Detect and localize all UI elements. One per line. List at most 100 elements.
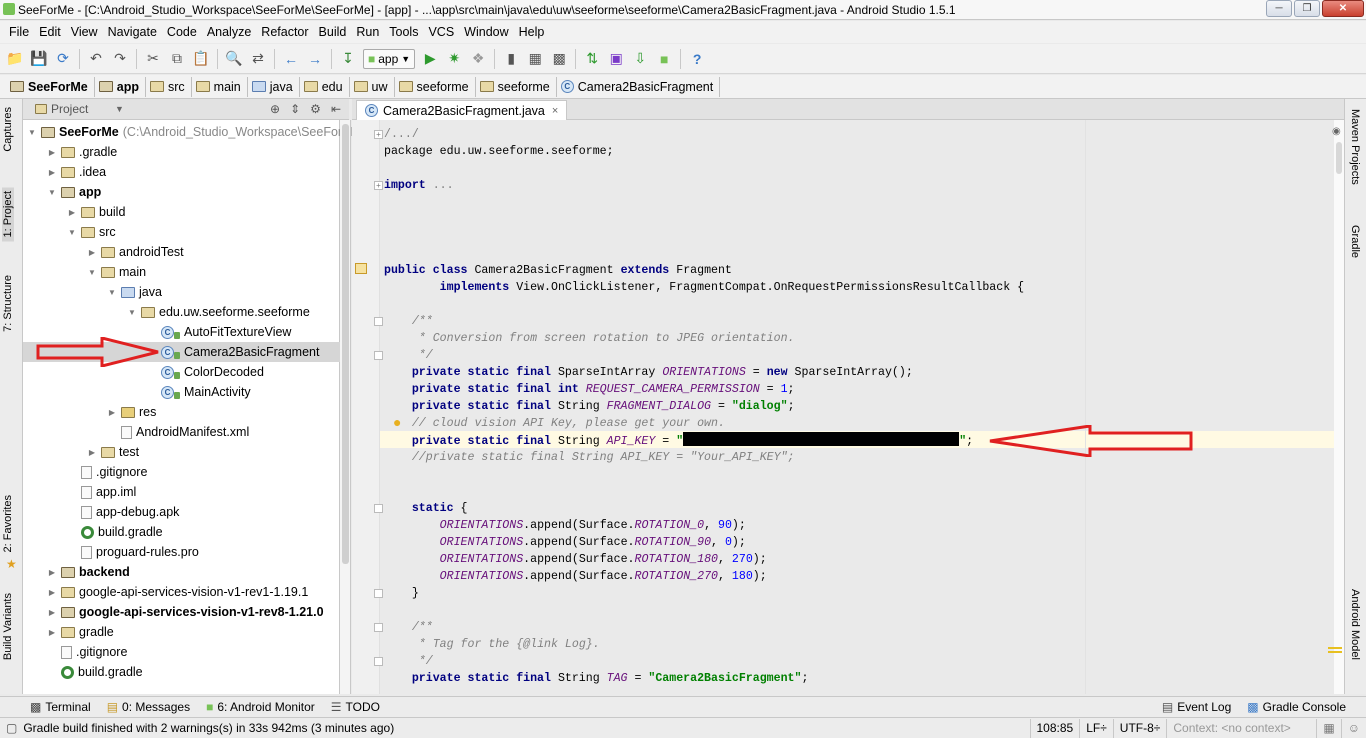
expand-down-icon[interactable]: ▼ xyxy=(47,188,57,197)
redo-icon[interactable]: ↷ xyxy=(109,48,131,70)
tree-item[interactable]: .gitignore xyxy=(27,642,127,662)
build-variants-tab[interactable]: Build Variants xyxy=(2,593,14,660)
expand-down-icon[interactable]: ▼ xyxy=(27,128,37,137)
todo-tab[interactable]: ☰ TODO xyxy=(323,700,388,714)
tree-item[interactable]: .gitignore xyxy=(27,462,147,482)
sdk-manager-icon[interactable]: ▩ xyxy=(548,48,570,70)
project-structure-icon[interactable]: ▦ xyxy=(524,48,546,70)
gradle-sync-icon[interactable]: ⇅ xyxy=(581,48,603,70)
menu-help[interactable]: Help xyxy=(514,25,550,39)
breadcrumb-project[interactable]: SeeForMe xyxy=(6,76,95,97)
android-monitor-tab[interactable]: ■ 6: Android Monitor xyxy=(198,700,323,714)
replace-icon[interactable]: ⇄ xyxy=(247,48,269,70)
tree-item[interactable]: ▶ backend xyxy=(27,562,130,582)
expand-right-icon[interactable]: ▶ xyxy=(67,208,77,217)
tree-item[interactable]: app.iml xyxy=(27,482,136,502)
expand-right-icon[interactable]: ▶ xyxy=(87,248,97,257)
project-view-select[interactable]: Project xyxy=(51,102,111,116)
inspector-icon[interactable]: ☺ xyxy=(1340,718,1366,738)
menu-code[interactable]: Code xyxy=(162,25,202,39)
tree-item[interactable]: ▶ test xyxy=(27,442,139,462)
open-folder-icon[interactable]: 📁 xyxy=(4,48,26,70)
chevron-down-icon[interactable]: ▼ xyxy=(115,104,124,114)
sync-icon[interactable]: ⟳ xyxy=(52,48,74,70)
expand-right-icon[interactable]: ▶ xyxy=(47,568,57,577)
tree-item[interactable]: ▶ build xyxy=(27,202,126,222)
avd-manager-icon[interactable]: ▣ xyxy=(605,48,627,70)
sdk-download-icon[interactable]: ⇩ xyxy=(629,48,651,70)
tree-item[interactable]: ▼ src xyxy=(27,222,116,242)
maximize-button[interactable]: ❐ xyxy=(1294,0,1320,17)
close-icon[interactable]: × xyxy=(552,105,558,117)
tree-item[interactable]: ▶ gradle xyxy=(27,622,114,642)
save-all-icon[interactable]: 💾 xyxy=(28,48,50,70)
structure-tool-tab[interactable]: 7: Structure xyxy=(2,275,14,332)
fold-icon[interactable] xyxy=(374,623,383,632)
tree-item[interactable]: AndroidManifest.xml xyxy=(27,422,249,442)
tree-item[interactable]: ▼ main xyxy=(27,262,146,282)
fold-icon[interactable]: + xyxy=(374,181,383,190)
collapse-all-icon[interactable]: ⇕ xyxy=(290,102,300,116)
tree-item[interactable]: app-debug.apk xyxy=(27,502,179,522)
tree-item[interactable]: C MainActivity xyxy=(27,382,251,402)
android-model-tab[interactable]: Android Model xyxy=(1349,589,1361,660)
cut-icon[interactable]: ✂ xyxy=(142,48,164,70)
gradle-tab[interactable]: Gradle xyxy=(1349,225,1361,258)
tree-item[interactable]: ▶ .gradle xyxy=(27,142,117,162)
breadcrumb-class[interactable]: C Camera2BasicFragment xyxy=(557,76,721,97)
find-icon[interactable]: 🔍 xyxy=(223,48,245,70)
tree-item[interactable]: ▼ app xyxy=(27,182,101,202)
menu-file[interactable]: File xyxy=(4,25,34,39)
expand-down-icon[interactable]: ▼ xyxy=(127,308,137,317)
expand-down-icon[interactable]: ▼ xyxy=(87,268,97,277)
project-scrollbar[interactable] xyxy=(340,120,351,694)
tree-item[interactable]: ▶ .idea xyxy=(27,162,106,182)
warning-marker[interactable] xyxy=(1328,651,1342,653)
tree-item[interactable]: ▶ androidTest xyxy=(27,242,184,262)
captures-tab[interactable]: Captures xyxy=(2,107,14,152)
event-log-tab[interactable]: ▤ Event Log xyxy=(1154,700,1239,714)
tree-item[interactable]: ▶ google-api-services-vision-v1-rev1-1.19… xyxy=(27,582,308,602)
breadcrumb-app[interactable]: app xyxy=(95,76,146,97)
tree-item[interactable]: proguard-rules.pro xyxy=(27,542,199,562)
terminal-tab[interactable]: ▩ Terminal xyxy=(22,700,99,714)
hide-icon[interactable]: ⇤ xyxy=(331,102,341,116)
tree-item[interactable]: ▼ java xyxy=(27,282,162,302)
breadcrumb-src[interactable]: src xyxy=(146,76,192,97)
tree-item[interactable]: build.gradle xyxy=(27,662,143,682)
back-icon[interactable]: ← xyxy=(280,48,302,70)
fold-icon[interactable] xyxy=(374,657,383,666)
paste-icon[interactable]: 📋 xyxy=(190,48,212,70)
menu-tools[interactable]: Tools xyxy=(384,25,423,39)
editor-tab-camera2basicfragment[interactable]: C Camera2BasicFragment.java × xyxy=(356,100,568,120)
line-separator[interactable]: LF÷ xyxy=(1079,718,1113,738)
undo-icon[interactable]: ↶ xyxy=(85,48,107,70)
menu-vcs[interactable]: VCS xyxy=(423,25,459,39)
fold-icon[interactable] xyxy=(374,589,383,598)
fold-icon[interactable] xyxy=(374,317,383,326)
debug-icon[interactable]: ✷ xyxy=(443,48,465,70)
fold-icon[interactable] xyxy=(374,351,383,360)
menu-analyze[interactable]: Analyze xyxy=(202,25,256,39)
tool-windows-icon[interactable]: ▢ xyxy=(6,721,17,735)
expand-right-icon[interactable]: ▶ xyxy=(47,588,57,597)
editor-scrollbar[interactable]: ◉ xyxy=(1328,120,1344,694)
tree-item[interactable]: ▶ res xyxy=(27,402,156,422)
minimize-button[interactable]: ─ xyxy=(1266,0,1292,17)
project-tool-tab[interactable]: 1: Project xyxy=(2,187,14,242)
expand-down-icon[interactable]: ▼ xyxy=(107,288,117,297)
warning-marker[interactable] xyxy=(1328,647,1342,649)
favorites-tool-tab[interactable]: 2: Favorites xyxy=(2,495,14,552)
breadcrumb-uw[interactable]: uw xyxy=(350,76,395,97)
breadcrumb-seeforme-1[interactable]: seeforme xyxy=(395,76,476,97)
gear-icon[interactable]: ⚙ xyxy=(310,102,321,116)
gradle-console-tab[interactable]: ▩ Gradle Console xyxy=(1239,700,1354,714)
breadcrumb-edu[interactable]: edu xyxy=(300,76,350,97)
breadcrumb-java[interactable]: java xyxy=(248,76,300,97)
menu-view[interactable]: View xyxy=(66,25,103,39)
file-encoding[interactable]: UTF-8÷ xyxy=(1112,718,1167,738)
menu-run[interactable]: Run xyxy=(351,25,384,39)
close-button[interactable]: ✕ xyxy=(1322,0,1364,17)
expand-right-icon[interactable]: ▶ xyxy=(47,608,57,617)
expand-right-icon[interactable]: ▶ xyxy=(47,148,57,157)
